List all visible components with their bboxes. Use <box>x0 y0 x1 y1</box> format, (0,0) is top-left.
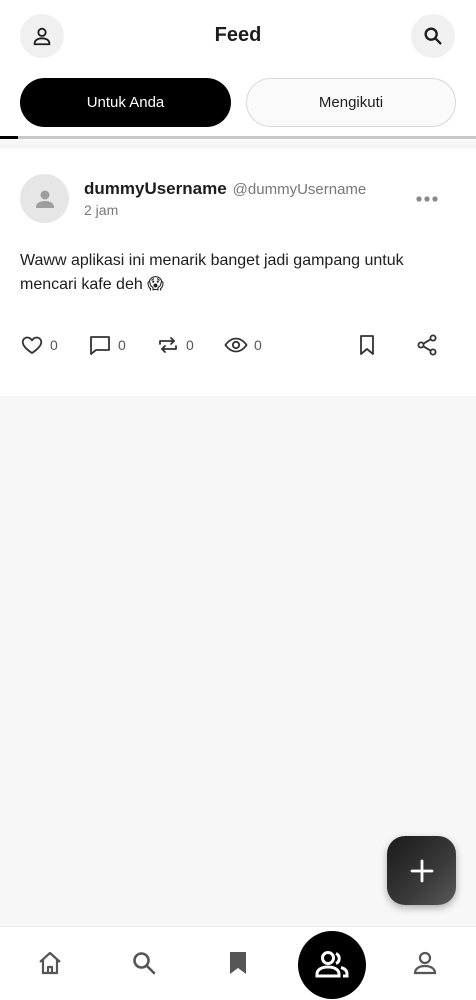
share-button[interactable] <box>415 332 439 358</box>
search-icon <box>133 952 156 975</box>
repost-count: 0 <box>186 337 194 353</box>
tab-mengikuti[interactable]: Mengikuti <box>246 78 456 127</box>
heart-icon <box>21 336 43 354</box>
comment-icon <box>90 336 110 355</box>
view-count: 0 <box>254 337 262 353</box>
comment-count: 0 <box>118 337 126 353</box>
like-button[interactable]: 0 <box>20 332 58 358</box>
community-icon <box>315 951 349 978</box>
nav-bookmarks[interactable] <box>224 949 252 977</box>
repost-button[interactable]: 0 <box>156 332 194 358</box>
bookmark-icon <box>230 952 246 974</box>
avatar[interactable] <box>20 174 69 223</box>
like-count: 0 <box>50 337 58 353</box>
tab-indicator <box>0 136 18 139</box>
nav-home[interactable] <box>36 949 64 977</box>
comment-button[interactable]: 0 <box>88 332 126 358</box>
nav-community[interactable] <box>298 931 366 999</box>
plus-icon <box>410 859 433 882</box>
eye-icon <box>224 337 248 353</box>
post-handle: @dummyUsername <box>232 181 367 198</box>
nav-search[interactable] <box>130 949 158 977</box>
search-icon <box>424 27 442 45</box>
bookmark-button[interactable] <box>356 332 378 358</box>
post-username: dummyUsername <box>84 179 227 198</box>
bookmark-icon <box>360 335 374 355</box>
app-header: Feed <box>0 0 476 70</box>
post-text: Waww aplikasi ini menarik banget jadi ga… <box>20 252 404 293</box>
post-author[interactable]: dummyUsername @dummyUsername <box>84 179 366 199</box>
page-title: Feed <box>214 24 262 46</box>
tab-track <box>0 136 476 139</box>
nav-profile[interactable] <box>411 949 439 977</box>
create-post-button[interactable] <box>387 836 456 905</box>
bottom-nav <box>0 926 476 1000</box>
more-options-icon[interactable] <box>412 189 442 209</box>
profile-icon <box>413 951 437 975</box>
home-icon <box>39 951 61 975</box>
feed-tabs: Untuk Anda Mengikuti <box>0 70 476 140</box>
post-card[interactable]: dummyUsername @dummyUsername 2 jam Waww a… <box>0 149 476 396</box>
user-placeholder-icon <box>35 190 54 208</box>
tab-untuk-anda[interactable]: Untuk Anda <box>20 78 231 127</box>
repost-icon <box>159 337 177 353</box>
search-button[interactable] <box>411 14 455 58</box>
views-indicator[interactable]: 0 <box>224 332 262 358</box>
post-timestamp: 2 jam <box>84 202 119 218</box>
post-actions: 0 0 0 0 <box>0 332 476 358</box>
share-icon <box>417 334 437 356</box>
